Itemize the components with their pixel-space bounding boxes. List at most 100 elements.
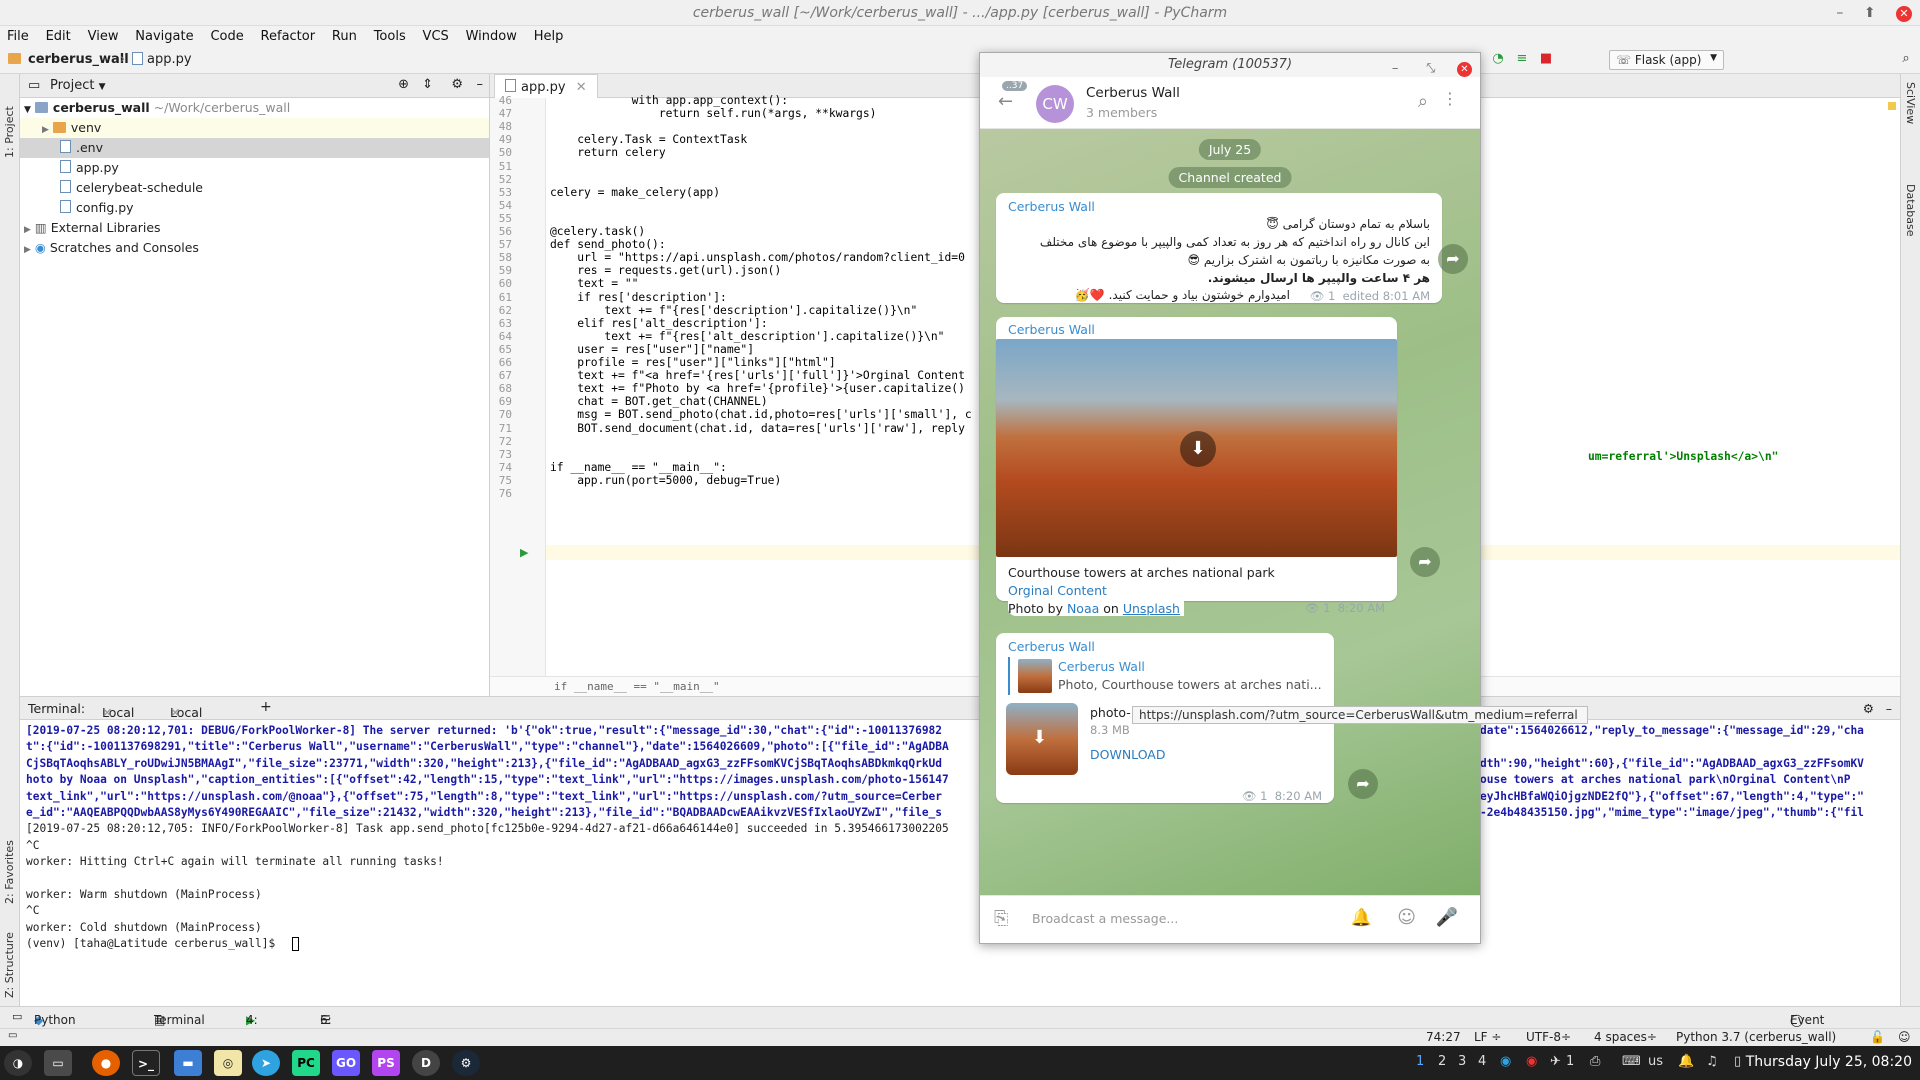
workspace-2[interactable]: 2	[1438, 1054, 1446, 1069]
menu-view[interactable]: View	[81, 26, 125, 44]
telegram-app-icon[interactable]: ➤	[252, 1050, 280, 1076]
favorites-tool-tab[interactable]: 2: Favorites	[3, 840, 16, 904]
more-options-icon[interactable]: ⋮	[1442, 89, 1458, 108]
printer-icon[interactable]: ⎙	[1590, 1054, 1600, 1069]
menu-navigate[interactable]: Navigate	[128, 26, 199, 44]
media-app-icon[interactable]: ◎	[214, 1050, 242, 1076]
forward-icon[interactable]: ➦	[1348, 769, 1378, 799]
chat-messages[interactable]: July 25 Channel created Cerberus Wall با…	[980, 129, 1480, 895]
terminal-output[interactable]: [2019-07-25 08:20:12,701: DEBUG/ForkPool…	[20, 720, 1900, 1006]
project-tool-tab[interactable]: 1: Project	[3, 106, 16, 158]
python-interpreter[interactable]: Python 3.7 (cerberus_wall)	[1676, 1030, 1836, 1044]
steam-app-icon[interactable]: ⚙	[452, 1050, 480, 1076]
photo-attachment[interactable]: ⬇	[996, 339, 1397, 557]
firefox-icon[interactable]: ●	[92, 1050, 120, 1076]
database-tool-tab[interactable]: Database	[1904, 184, 1917, 237]
file-encoding[interactable]: UTF-8÷	[1526, 1030, 1571, 1044]
caret-position[interactable]: 74:27	[1426, 1030, 1461, 1044]
close-tab-icon[interactable]: ✕	[576, 80, 587, 95]
maximize-button[interactable]: ⬆	[1864, 5, 1876, 21]
chevron-down-icon[interactable]: ▼	[99, 82, 106, 92]
emoji-icon[interactable]: ☺	[1397, 907, 1416, 928]
avatar[interactable]: CW	[1036, 85, 1074, 123]
breadcrumb-project[interactable]: cerberus_wall	[28, 52, 129, 67]
author-link[interactable]: Noaa	[1067, 601, 1099, 616]
indent-setting[interactable]: 4 spaces÷	[1594, 1030, 1657, 1044]
hide-panel-icon[interactable]: –	[1886, 701, 1892, 716]
menu-window[interactable]: Window	[459, 26, 523, 44]
chat-name[interactable]: Cerberus Wall	[1086, 85, 1180, 101]
profile-icon[interactable]: ◔	[1490, 51, 1506, 67]
collapse-all-icon[interactable]: ⇕	[422, 77, 433, 92]
lock-icon[interactable]: 🔓	[1870, 1030, 1885, 1044]
download-arrow-icon[interactable]: ⬇	[1180, 431, 1216, 467]
inspection-indicator-icon[interactable]	[1888, 102, 1896, 110]
tree-item-app-py[interactable]: app.py	[20, 158, 489, 178]
original-content-link[interactable]: Orginal Content	[1008, 583, 1107, 598]
message-input[interactable]: Broadcast a message...	[1032, 911, 1178, 926]
status-toggle-icon[interactable]: ▭	[8, 1030, 17, 1041]
deepin-app-icon[interactable]: D	[412, 1050, 440, 1076]
restore-icon[interactable]: ⤡	[1424, 61, 1434, 76]
keyboard-icon[interactable]: ⌨	[1622, 1054, 1641, 1069]
reply-preview[interactable]: Cerberus Wall Photo, Courthouse towers a…	[1008, 657, 1324, 695]
menu-edit[interactable]: Edit	[39, 26, 77, 44]
tree-item-scratches[interactable]: ▶ ◉ Scratches and Consoles	[20, 238, 489, 258]
notification-bell-icon[interactable]: 🔔	[1678, 1054, 1694, 1069]
minimize-icon[interactable]: –	[1392, 61, 1399, 76]
tree-item-root[interactable]: ▼ cerberus_wall ~/Work/cerberus_wall	[20, 98, 489, 118]
sciview-tool-tab[interactable]: SciView	[1904, 82, 1917, 124]
message-bubble[interactable]: Cerberus Wall ⬇ Courthouse towers at arc…	[996, 317, 1397, 616]
menu-file[interactable]: File	[0, 26, 35, 44]
search-icon[interactable]: ⌕	[1898, 51, 1914, 67]
menu-code[interactable]: Code	[203, 26, 249, 44]
concurrency-icon[interactable]: ≡	[1514, 51, 1530, 67]
gear-icon[interactable]: ⚙	[1863, 701, 1874, 716]
bell-icon[interactable]: 🔔	[1351, 908, 1372, 928]
phpstorm-app-icon[interactable]: PS	[372, 1050, 400, 1076]
menu-refactor[interactable]: Refactor	[254, 26, 322, 44]
terminal-app-icon[interactable]: >_	[132, 1050, 160, 1076]
search-icon[interactable]: ⌕	[1418, 91, 1428, 112]
notification-icon[interactable]: ☺	[1898, 1030, 1911, 1044]
breadcrumb-file[interactable]: app.py	[147, 52, 192, 67]
music-icon[interactable]: ♫	[1706, 1054, 1718, 1069]
unsplash-link[interactable]: Unsplash	[1123, 601, 1180, 616]
workspace-1[interactable]: 1	[1416, 1054, 1424, 1069]
clock[interactable]: Thursday July 25, 08:20	[1746, 1054, 1912, 1070]
pycharm-app-icon[interactable]: PC	[292, 1050, 320, 1076]
hide-panel-icon[interactable]: –	[477, 77, 484, 92]
run-gutter-icon[interactable]: ▶	[520, 546, 528, 559]
tree-item-external-libraries[interactable]: ▶ ▥ External Libraries	[20, 218, 489, 238]
message-bubble[interactable]: Cerberus Wall باسلام به تمام دوستان گرام…	[996, 193, 1442, 303]
close-tab-icon[interactable]: ✕	[170, 705, 180, 720]
file-manager-icon[interactable]: ▬	[174, 1050, 202, 1076]
close-button[interactable]: ✕	[1896, 6, 1912, 22]
file-thumbnail[interactable]: ⬇	[1006, 703, 1078, 775]
telegram-tray-icon[interactable]: ◉	[1500, 1054, 1511, 1069]
desktop-icon[interactable]: ▭	[44, 1050, 72, 1076]
stop-icon[interactable]: ■	[1538, 51, 1554, 67]
tree-item-config-py[interactable]: config.py	[20, 198, 489, 218]
menu-help[interactable]: Help	[527, 26, 570, 44]
tray-app-icon[interactable]: ◉	[1526, 1054, 1537, 1069]
forward-icon[interactable]: ➦	[1410, 547, 1440, 577]
close-tab-icon[interactable]: ✕	[102, 705, 112, 720]
menu-run[interactable]: Run	[325, 26, 363, 44]
structure-tool-tab[interactable]: Z: Structure	[3, 932, 16, 998]
app-menu-icon[interactable]: ◑	[4, 1050, 32, 1076]
keyboard-layout[interactable]: us	[1648, 1054, 1663, 1069]
microphone-icon[interactable]: 🎤	[1436, 907, 1458, 928]
attach-icon[interactable]: ⎘	[994, 908, 1008, 929]
workspace-3[interactable]: 3	[1458, 1054, 1466, 1069]
line-separator[interactable]: LF ÷	[1474, 1030, 1501, 1044]
close-icon[interactable]: ✕	[1457, 62, 1472, 77]
toggle-panel-icon[interactable]: ▭	[12, 1010, 22, 1023]
new-terminal-button[interactable]: +	[260, 699, 272, 715]
tree-item-celerybeat[interactable]: celerybeat-schedule	[20, 178, 489, 198]
tree-item-env[interactable]: .env	[20, 138, 489, 158]
message-sender[interactable]: Cerberus Wall	[1008, 639, 1095, 654]
tree-item-venv[interactable]: ▶ venv	[20, 118, 489, 138]
project-view-label[interactable]: Project	[50, 78, 94, 93]
rocket-icon[interactable]: ✈	[1550, 1054, 1561, 1069]
